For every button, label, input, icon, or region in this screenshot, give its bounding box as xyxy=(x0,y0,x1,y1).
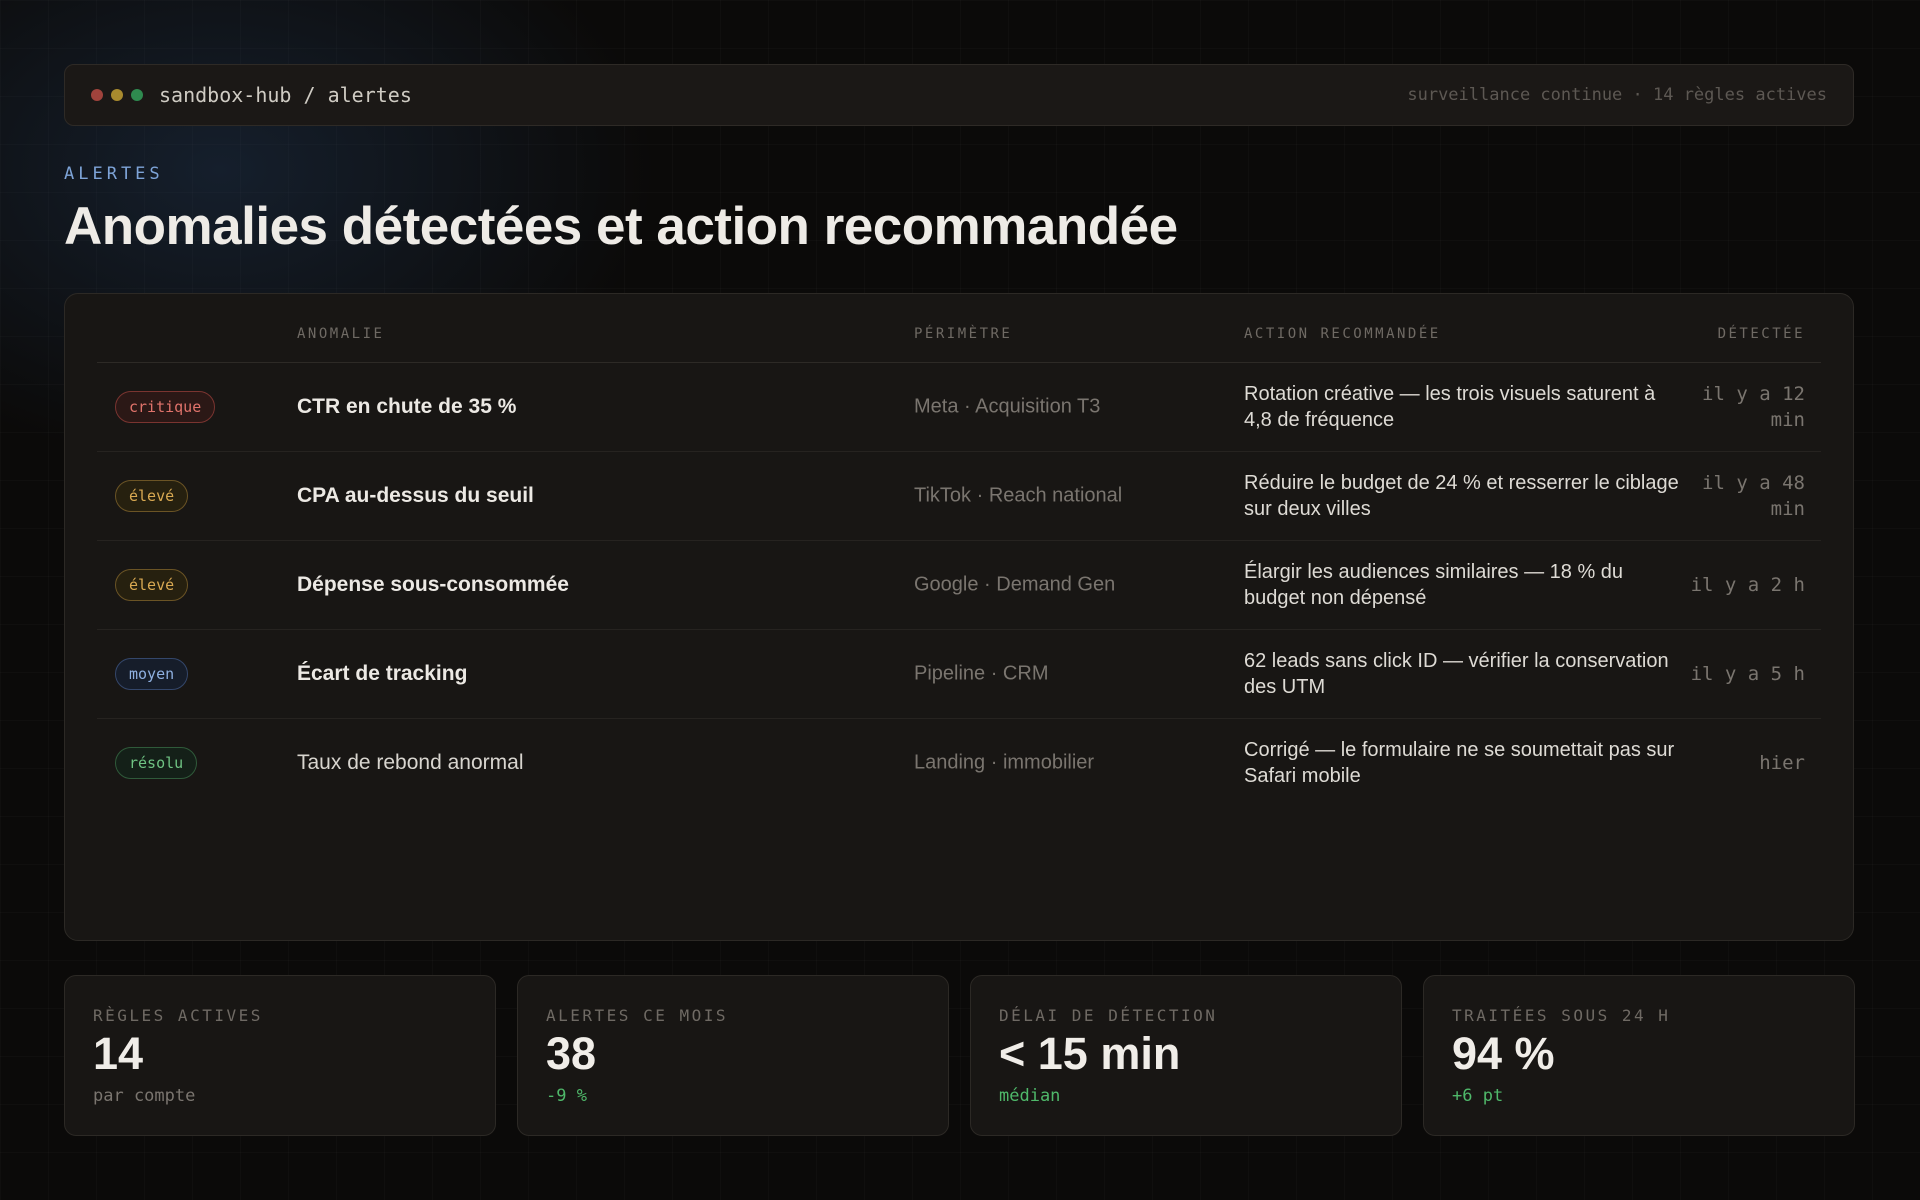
table-row[interactable]: élevé CPA au-dessus du seuil TikTok · Re… xyxy=(97,451,1821,541)
anomaly-name: CTR en chute de 35 % xyxy=(297,394,517,418)
recommended-action: 62 leads sans click ID — vérifier la con… xyxy=(1244,649,1669,698)
kpi-card-alerts-month: ALERTES CE MOIS 38 -9 % xyxy=(517,975,949,1136)
anomaly-name: Taux de rebond anormal xyxy=(297,750,524,774)
recommended-action: Corrigé — le formulaire ne se soumettait… xyxy=(1244,738,1675,787)
column-header-action[interactable]: ACTION RECOMMANDÉE xyxy=(1244,326,1441,342)
column-header-detected[interactable]: DÉTECTÉE xyxy=(1718,326,1805,342)
severity-badge: élevé xyxy=(115,479,189,512)
detected-time: il y a 12 min xyxy=(1702,382,1805,431)
minimize-dot-icon[interactable] xyxy=(111,89,123,101)
kpi-label: DÉLAI DE DÉTECTION xyxy=(999,1006,1218,1025)
anomaly-scope: Pipeline · CRM xyxy=(914,662,1049,684)
maximize-dot-icon[interactable] xyxy=(131,89,143,101)
severity-badge: résolu xyxy=(115,746,198,779)
detected-time: il y a 2 h xyxy=(1690,573,1805,596)
severity-badge: critique xyxy=(115,390,216,423)
severity-badge: moyen xyxy=(115,657,189,690)
kpi-card-active-rules: RÈGLES ACTIVES 14 par compte xyxy=(64,975,496,1136)
kpi-sub: +6 pt xyxy=(1452,1086,1504,1106)
kpi-label: ALERTES CE MOIS xyxy=(546,1006,728,1025)
anomaly-scope: TikTok · Reach national xyxy=(914,484,1123,506)
monitoring-status: surveillance continue · 14 règles active… xyxy=(1407,85,1827,105)
detected-time: il y a 5 h xyxy=(1690,662,1805,685)
kpi-card-treated-24h: TRAITÉES SOUS 24 H 94 % +6 pt xyxy=(1423,975,1855,1136)
page-title: Anomalies détectées et action recommandé… xyxy=(64,197,1178,256)
breadcrumb-path: sandbox-hub / alertes xyxy=(159,83,412,107)
recommended-action: Réduire le budget de 24 % et resserrer l… xyxy=(1244,471,1679,520)
window-controls xyxy=(91,89,143,101)
table-row[interactable]: critique CTR en chute de 35 % Meta · Acq… xyxy=(97,362,1821,452)
detected-time: il y a 48 min xyxy=(1702,471,1805,520)
window-titlebar: sandbox-hub / alertes surveillance conti… xyxy=(64,64,1854,126)
table-row[interactable]: résolu Taux de rebond anormal Landing · … xyxy=(97,718,1821,807)
kpi-sub: médian xyxy=(999,1086,1061,1106)
column-header-scope[interactable]: PÉRIMÈTRE xyxy=(914,326,1012,342)
anomaly-name: Écart de tracking xyxy=(297,661,468,685)
recommended-action: Rotation créative — les trois visuels sa… xyxy=(1244,382,1656,431)
kpi-sub: -9 % xyxy=(546,1086,587,1106)
alerts-table: ANOMALIE PÉRIMÈTRE ACTION RECOMMANDÉE DÉ… xyxy=(64,293,1854,941)
kpi-value: 14 xyxy=(93,1028,144,1079)
table-row[interactable]: élevé Dépense sous-consommée Google · De… xyxy=(97,540,1821,630)
anomaly-scope: Landing · immobilier xyxy=(914,751,1095,773)
anomaly-name: Dépense sous-consommée xyxy=(297,572,569,596)
anomaly-name: CPA au-dessus du seuil xyxy=(297,483,534,507)
kpi-value: 38 xyxy=(546,1028,597,1079)
kpi-value: 94 % xyxy=(1452,1028,1555,1079)
kpi-card-detection-delay: DÉLAI DE DÉTECTION < 15 min médian xyxy=(970,975,1402,1136)
table-row[interactable]: moyen Écart de tracking Pipeline · CRM 6… xyxy=(97,629,1821,719)
anomaly-scope: Meta · Acquisition T3 xyxy=(914,395,1101,417)
close-dot-icon[interactable] xyxy=(91,89,103,101)
table-header: ANOMALIE PÉRIMÈTRE ACTION RECOMMANDÉE DÉ… xyxy=(97,294,1821,363)
detected-time: hier xyxy=(1759,751,1805,774)
section-eyebrow: ALERTES xyxy=(64,164,164,184)
kpi-value: < 15 min xyxy=(999,1028,1181,1079)
kpi-label: RÈGLES ACTIVES xyxy=(93,1006,263,1025)
severity-badge: élevé xyxy=(115,568,189,601)
kpi-sub: par compte xyxy=(93,1086,196,1106)
anomaly-scope: Google · Demand Gen xyxy=(914,573,1116,595)
recommended-action: Élargir les audiences similaires — 18 % … xyxy=(1244,560,1624,609)
column-header-anomaly[interactable]: ANOMALIE xyxy=(297,326,384,342)
kpi-label: TRAITÉES SOUS 24 H xyxy=(1452,1006,1671,1025)
